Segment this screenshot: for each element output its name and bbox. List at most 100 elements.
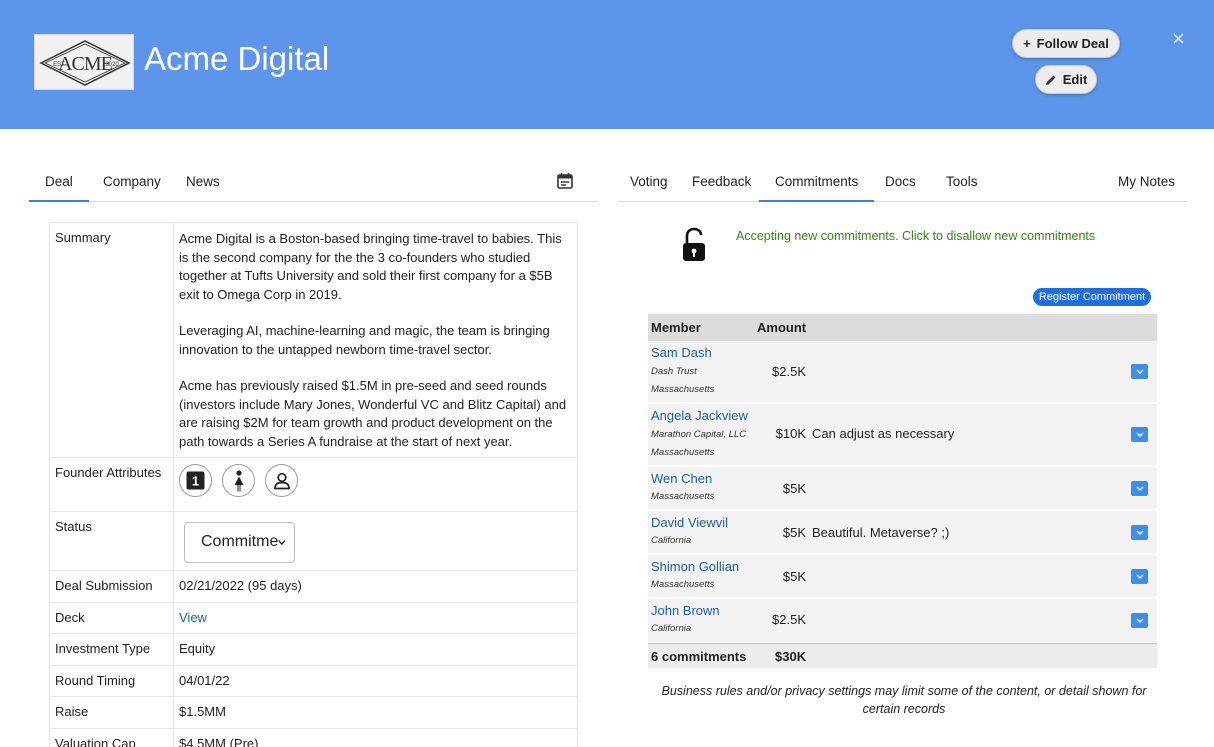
register-commitment-button[interactable]: Register Commitment bbox=[1033, 288, 1151, 306]
member-state: Massachusetts bbox=[651, 384, 715, 395]
summary-label: Summary bbox=[49, 222, 174, 458]
summary-paragraph: Acme has previously raised $1.5M in pre-… bbox=[179, 378, 567, 449]
commitments-header: Member Amount bbox=[648, 314, 1157, 341]
member-state: Massachusetts bbox=[651, 447, 715, 458]
tab-feedback[interactable]: Feedback bbox=[692, 174, 751, 189]
commitment-amount: $5K bbox=[782, 525, 806, 540]
valuation-cap-label: Valuation Cap bbox=[49, 727, 174, 747]
tab-voting[interactable]: Voting bbox=[630, 174, 668, 189]
raise-label: Raise bbox=[49, 696, 174, 729]
tab-deal[interactable]: Deal bbox=[29, 174, 89, 202]
summary-value: Acme Digital is a Boston-based bringing … bbox=[173, 222, 578, 458]
table-row: Round Timing 04/01/22 bbox=[49, 664, 578, 697]
row-actions-dropdown[interactable] bbox=[1131, 613, 1148, 628]
table-row: Deal Submission 02/21/2022 (95 days) bbox=[49, 570, 578, 603]
page-title: Acme Digital bbox=[144, 40, 330, 77]
member-name-link[interactable]: Angela Jackview bbox=[651, 408, 748, 423]
valuation-cap-value: $4.5MM (Pre) bbox=[173, 727, 578, 747]
female-founder-icon bbox=[222, 464, 255, 497]
first-icon-digit: 1 bbox=[192, 474, 199, 489]
deal-header: ACME EST 2020 Acme Digital + Follow Deal… bbox=[0, 0, 1214, 129]
logo-est: EST bbox=[53, 62, 65, 68]
plus-icon: + bbox=[1023, 36, 1031, 51]
unlock-icon[interactable] bbox=[680, 227, 708, 263]
table-row: Raise $1.5MM bbox=[49, 696, 578, 729]
member-name-link[interactable]: John Brown bbox=[651, 603, 720, 618]
member-state: California bbox=[651, 535, 692, 546]
logo-year: 2020 bbox=[105, 62, 119, 68]
commitment-note: Can adjust as necessary bbox=[812, 426, 955, 441]
tab-docs[interactable]: Docs bbox=[885, 174, 916, 189]
row-actions-dropdown[interactable] bbox=[1131, 481, 1148, 496]
edit-button[interactable]: Edit bbox=[1035, 65, 1097, 94]
total-commitments-count: 6 commitments bbox=[651, 649, 747, 664]
commitment-amount: $5K bbox=[782, 481, 806, 496]
person-icon bbox=[265, 464, 298, 497]
commitment-amount: $5K bbox=[782, 569, 806, 584]
deck-label: Deck bbox=[49, 601, 174, 634]
investment-type-label: Investment Type bbox=[49, 633, 174, 666]
deal-submission-value: 02/21/2022 (95 days) bbox=[173, 570, 578, 603]
row-actions-dropdown[interactable] bbox=[1131, 569, 1148, 584]
chevron-down-icon bbox=[278, 540, 286, 546]
table-row: Valuation Cap $4.5MM (Pre) bbox=[49, 727, 578, 747]
commitment-row: Sam Dash Dash Trust Massachusetts $2.5K bbox=[648, 341, 1157, 403]
chevron-down-icon bbox=[1136, 369, 1143, 374]
close-icon[interactable]: × bbox=[1172, 28, 1185, 50]
member-column-header: Member bbox=[651, 320, 701, 335]
pencil-icon bbox=[1045, 75, 1056, 85]
member-name-link[interactable]: Shimon Gollian bbox=[651, 559, 739, 574]
member-state: Massachusetts bbox=[651, 579, 715, 590]
left-tabbar: Deal Company News bbox=[29, 166, 598, 202]
raise-value: $1.5MM bbox=[173, 696, 578, 729]
privacy-disclaimer: Business rules and/or privacy settings m… bbox=[661, 684, 1147, 716]
commitment-amount: $2.5K bbox=[772, 364, 806, 379]
member-state: Massachusetts bbox=[651, 491, 715, 502]
status-selected-value: Commitme bbox=[201, 533, 279, 551]
founder-attributes-label: Founder Attributes bbox=[49, 457, 174, 512]
member-entity: Marathon Capital, LLC bbox=[651, 429, 747, 440]
deal-details-table: Summary Acme Digital is a Boston-based b… bbox=[49, 222, 578, 747]
table-row: Summary Acme Digital is a Boston-based b… bbox=[49, 222, 578, 458]
right-tabbar: Voting Feedback Commitments Docs Tools M… bbox=[618, 166, 1187, 202]
deck-view-link[interactable]: View bbox=[179, 610, 207, 625]
commitment-amount: $10K bbox=[775, 426, 806, 441]
table-row: Status Commitme bbox=[49, 511, 578, 571]
member-name-link[interactable]: Sam Dash bbox=[651, 345, 712, 360]
company-logo: ACME EST 2020 bbox=[34, 34, 134, 90]
total-commitments-amount: $30K bbox=[775, 649, 807, 664]
round-timing-value: 04/01/22 bbox=[173, 664, 578, 697]
commitment-row: David Viewvil California $5K Beautiful. … bbox=[648, 511, 1157, 554]
status-select[interactable]: Commitme bbox=[184, 522, 295, 563]
summary-paragraph: Leveraging AI, machine-learning and magi… bbox=[179, 323, 550, 357]
table-row: Investment Type Equity bbox=[49, 633, 578, 666]
deal-submission-label: Deal Submission bbox=[49, 570, 174, 603]
row-actions-dropdown[interactable] bbox=[1131, 364, 1148, 379]
tab-tools[interactable]: Tools bbox=[946, 174, 978, 189]
amount-column-header: Amount bbox=[757, 320, 807, 335]
first-time-founder-icon: 1 bbox=[179, 464, 212, 497]
summary-paragraph: Acme Digital is a Boston-based bringing … bbox=[179, 231, 562, 302]
tab-commitments[interactable]: Commitments bbox=[758, 174, 875, 202]
row-actions-dropdown[interactable] bbox=[1131, 525, 1148, 540]
commitment-row: Wen Chen Massachusetts $5K bbox=[648, 467, 1157, 510]
member-name-link[interactable]: David Viewvil bbox=[651, 515, 728, 530]
chevron-down-icon bbox=[1136, 486, 1143, 491]
commitments-total-row: 6 commitments $30K bbox=[648, 643, 1157, 668]
row-actions-dropdown[interactable] bbox=[1131, 427, 1148, 442]
calendar-icon[interactable] bbox=[556, 172, 574, 190]
status-label: Status bbox=[49, 511, 174, 571]
chevron-down-icon bbox=[1136, 618, 1143, 623]
tab-news[interactable]: News bbox=[186, 174, 220, 189]
member-name-link[interactable]: Wen Chen bbox=[651, 471, 712, 486]
founder-attribute-icons: 1 bbox=[174, 458, 577, 497]
chevron-down-icon bbox=[1136, 432, 1143, 437]
follow-deal-button[interactable]: + Follow Deal bbox=[1012, 29, 1120, 58]
tab-my-notes[interactable]: My Notes bbox=[1118, 174, 1175, 189]
follow-deal-label: Follow Deal bbox=[1036, 36, 1109, 51]
member-entity: Dash Trust bbox=[651, 366, 697, 377]
round-timing-label: Round Timing bbox=[49, 664, 174, 697]
tab-company[interactable]: Company bbox=[103, 174, 161, 189]
accepting-commitments-toggle[interactable]: Accepting new commitments. Click to disa… bbox=[736, 229, 1095, 243]
table-row: Founder Attributes 1 bbox=[49, 457, 578, 512]
